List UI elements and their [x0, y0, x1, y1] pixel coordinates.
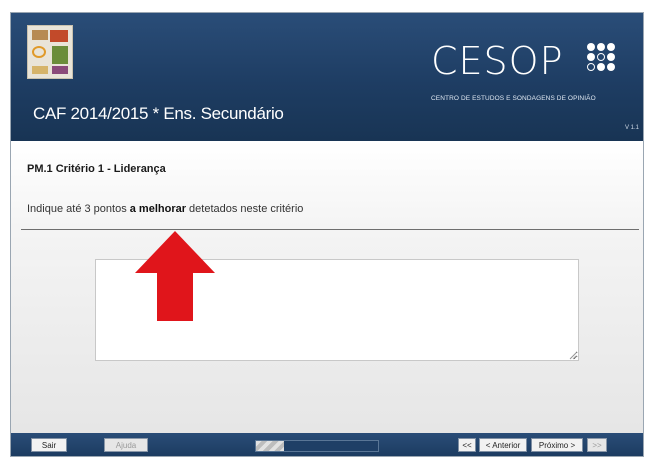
first-page-button[interactable]: << — [458, 438, 476, 452]
app-title: CAF 2014/2015 * Ens. Secundário — [33, 104, 284, 123]
brand-subtitle: CENTRO DE ESTUDOS E SONDAGENS DE OPINIÃO — [431, 95, 596, 102]
progress-fill — [256, 441, 285, 451]
question-text-start: Indique até 3 pontos — [27, 203, 130, 215]
resize-grip-icon[interactable] — [569, 352, 577, 360]
help-button[interactable]: Ajuda — [104, 438, 148, 452]
question-text: Indique até 3 pontos a melhorar detetado… — [27, 203, 303, 215]
previous-button[interactable]: < Anterior — [479, 438, 527, 452]
divider — [21, 229, 639, 230]
red-up-arrow-icon — [135, 231, 215, 321]
exit-button[interactable]: Sair — [31, 438, 67, 452]
next-button[interactable]: Próximo > — [531, 438, 583, 452]
question-panel: PM.1 Critério 1 - Liderança Indique até … — [11, 141, 643, 433]
sponsor-logos — [27, 25, 73, 79]
header-bar: CAF 2014/2015 * Ens. Secundário CESOP CE… — [11, 13, 643, 141]
brand-logo-text: CESOP — [431, 39, 564, 83]
brand-dots-icon — [587, 43, 625, 81]
navigation-bar: Sair Ajuda << < Anterior Próximo > >> — [11, 433, 643, 456]
question-text-end: detetados neste critério — [186, 203, 304, 215]
last-page-button[interactable]: >> — [587, 438, 607, 452]
progress-bar — [255, 440, 379, 452]
question-text-emphasis: a melhorar — [129, 203, 186, 215]
question-title: PM.1 Critério 1 - Liderança — [27, 163, 166, 175]
version-label: V 1.1 — [624, 125, 639, 131]
survey-window: CAF 2014/2015 * Ens. Secundário CESOP CE… — [10, 12, 644, 457]
